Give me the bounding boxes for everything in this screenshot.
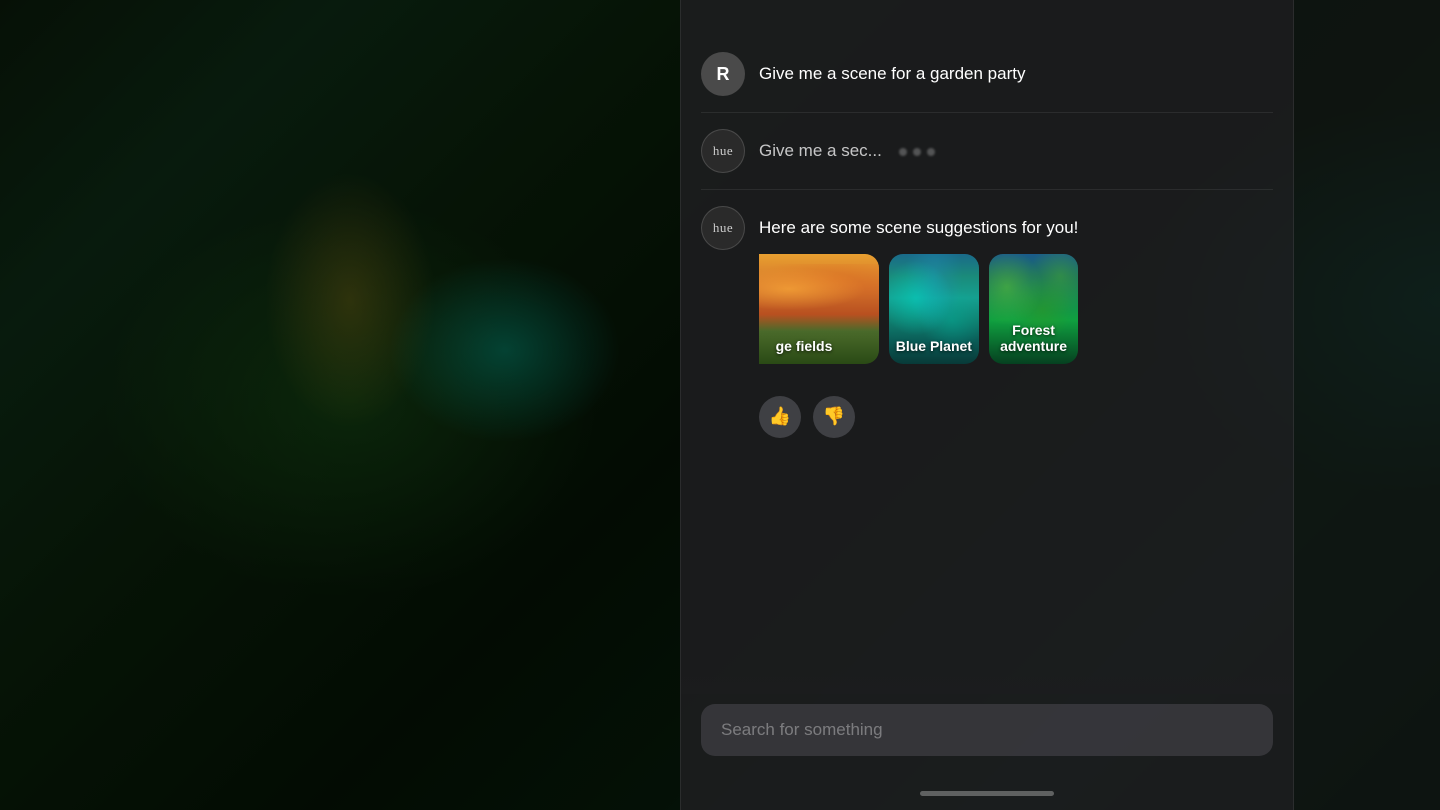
scene-label-orange: ge fields bbox=[759, 338, 879, 354]
hue-logo-2: hue bbox=[713, 220, 733, 236]
dot-1 bbox=[899, 148, 907, 156]
chat-area: R Give me a scene for a garden party hue… bbox=[681, 20, 1293, 664]
search-input[interactable] bbox=[701, 704, 1273, 756]
avatar-hue-1: hue bbox=[701, 129, 745, 173]
thumbs-down-button[interactable]: 👎 bbox=[813, 396, 855, 438]
avatar-user: R bbox=[701, 52, 745, 96]
scene-card-forest[interactable]: Forest adventure bbox=[989, 254, 1079, 364]
feedback-row: 👍 👎 bbox=[759, 396, 1273, 438]
phone-panel: R Give me a scene for a garden party hue… bbox=[680, 0, 1294, 810]
suggestions-section: Here are some scene suggestions for you!… bbox=[759, 206, 1078, 364]
scene-orange-detail bbox=[759, 264, 879, 314]
dot-2 bbox=[913, 148, 921, 156]
home-indicator bbox=[681, 776, 1293, 810]
loading-dots bbox=[899, 148, 935, 156]
scene-cards-container: ge fields Blue Planet Forest adventure bbox=[759, 254, 1078, 364]
suggestions-label: Here are some scene suggestions for you! bbox=[759, 206, 1078, 240]
thumbs-down-icon: 👎 bbox=[823, 406, 845, 427]
message-row-user: R Give me a scene for a garden party bbox=[701, 36, 1273, 112]
home-bar bbox=[920, 791, 1054, 796]
scene-card-orange[interactable]: ge fields bbox=[759, 254, 879, 364]
thumbs-up-button[interactable]: 👍 bbox=[759, 396, 801, 438]
message-row-hue-scenes: hue Here are some scene suggestions for … bbox=[701, 189, 1273, 380]
scene-label-forest: Forest adventure bbox=[989, 322, 1079, 354]
thumbs-up-icon: 👍 bbox=[769, 406, 791, 427]
scene-card-blue[interactable]: Blue Planet bbox=[889, 254, 979, 364]
right-panel bbox=[1294, 0, 1440, 810]
search-container bbox=[681, 694, 1293, 776]
bg-overlay bbox=[0, 0, 680, 810]
message-text-loading: Give me a sec... bbox=[759, 129, 935, 163]
fade-separator bbox=[681, 664, 1293, 694]
avatar-hue-2: hue bbox=[701, 206, 745, 250]
message-text-user: Give me a scene for a garden party bbox=[759, 52, 1025, 86]
scene-label-blue: Blue Planet bbox=[889, 338, 979, 354]
hue-logo-1: hue bbox=[713, 143, 733, 159]
dot-3 bbox=[927, 148, 935, 156]
phone-top bbox=[681, 0, 1293, 20]
message-row-hue-loading: hue Give me a sec... bbox=[701, 112, 1273, 189]
